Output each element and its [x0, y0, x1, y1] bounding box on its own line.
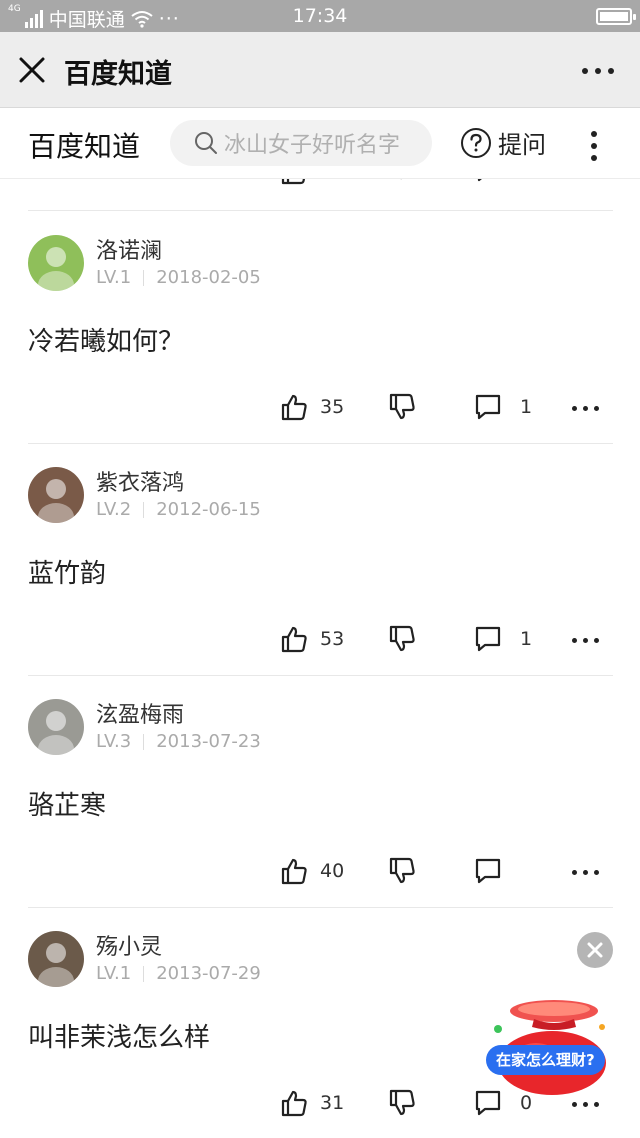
- brand-logo[interactable]: 百度知道: [28, 125, 140, 165]
- comment-count: 1: [520, 628, 533, 650]
- answer-text: 蓝竹韵: [28, 559, 107, 589]
- user-level: LV.2: [96, 499, 132, 520]
- more-options-icon[interactable]: [572, 406, 599, 411]
- more-options-icon[interactable]: [572, 870, 599, 875]
- avatar[interactable]: [28, 467, 84, 523]
- answer-date: 2013-07-29: [156, 963, 261, 984]
- ad-label: 在家怎么理财?: [486, 1045, 605, 1075]
- search-icon: [195, 132, 217, 154]
- comment-icon[interactable]: [474, 179, 502, 183]
- username[interactable]: 殇小灵: [96, 929, 162, 961]
- thumbs-down-icon: [389, 857, 415, 884]
- like-button[interactable]: 35: [280, 393, 344, 421]
- like-count: 53: [320, 628, 345, 650]
- close-icon[interactable]: [16, 54, 48, 86]
- dislike-button[interactable]: [388, 393, 416, 421]
- thumbs-down-icon: [389, 625, 415, 652]
- page-title: 百度知道: [64, 59, 172, 90]
- meta-separator: [143, 965, 145, 982]
- ask-label: 提问: [498, 131, 546, 159]
- zhidao-header: 百度知道 冰山女子好听名字 提问: [0, 109, 640, 179]
- search-input[interactable]: 冰山女子好听名字: [170, 120, 432, 166]
- answer-text: 冷若曦如何？: [28, 327, 185, 357]
- thumbs-down-icon: [389, 393, 415, 420]
- like-count: 40: [320, 860, 345, 882]
- answer-item: 紫衣落鸿 LV.2 2012-06-15 蓝竹韵 53 1: [0, 443, 640, 675]
- wechat-header: 百度知道: [0, 32, 640, 108]
- dislike-button[interactable]: [388, 857, 416, 885]
- user-meta: LV.3 2013-07-23: [96, 731, 261, 752]
- answer-list: 洛诺澜 LV.1 2018-02-05 冷若曦如何？ 35 1 紫衣落鸿 LV.2 2012-0…: [0, 179, 640, 1138]
- answer-item: 洛诺澜 LV.1 2018-02-05 冷若曦如何？ 35 1: [0, 211, 640, 443]
- finance-ad-badge[interactable]: 在家怎么理财?: [484, 997, 614, 1097]
- thumbs-down-icon[interactable]: [388, 179, 416, 181]
- answer-actions: 53 1: [0, 625, 640, 665]
- like-button[interactable]: 40: [280, 857, 344, 885]
- user-meta: LV.2 2012-06-15: [96, 499, 261, 520]
- answer-date: 2012-06-15: [156, 499, 261, 520]
- answer-date: 2013-07-23: [156, 731, 261, 752]
- answer-actions: 40: [0, 857, 640, 897]
- thumbs-up-icon: [281, 1090, 307, 1117]
- vertical-more-icon[interactable]: [591, 131, 597, 161]
- search-placeholder: 冰山女子好听名字: [224, 133, 401, 158]
- comment-icon: [475, 626, 501, 652]
- user-level: LV.1: [96, 963, 132, 984]
- meta-separator: [143, 269, 145, 286]
- answer-text: 叫非茉浅怎么样: [28, 1023, 211, 1053]
- question-icon: [461, 127, 491, 158]
- avatar[interactable]: [28, 235, 84, 291]
- user-meta: LV.1 2018-02-05: [96, 267, 261, 288]
- like-count: 35: [320, 396, 345, 418]
- clock: 17:34: [292, 5, 348, 27]
- answer-date: 2018-02-05: [156, 267, 261, 288]
- comment-button[interactable]: 1: [474, 625, 532, 653]
- ad-close-button[interactable]: [577, 932, 613, 968]
- previous-answer-actions: [0, 179, 640, 209]
- thumbs-up-icon: [281, 858, 307, 885]
- dislike-button[interactable]: [388, 625, 416, 653]
- user-meta: LV.1 2013-07-29: [96, 963, 261, 984]
- thumbs-up-icon[interactable]: [280, 179, 308, 185]
- answer-item: 泫盈梅雨 LV.3 2013-07-23 骆芷寒 40: [0, 675, 640, 907]
- comment-button[interactable]: [474, 857, 520, 885]
- username[interactable]: 洛诺澜: [96, 233, 162, 265]
- dislike-button[interactable]: [388, 1089, 416, 1117]
- ask-button[interactable]: 提问: [460, 125, 546, 160]
- answer-text: 骆芷寒: [28, 791, 107, 821]
- comment-icon: [475, 394, 501, 420]
- menu-more-icon[interactable]: [582, 68, 614, 74]
- battery-icon: [596, 8, 636, 25]
- comment-count: 1: [520, 396, 533, 418]
- comment-icon: [475, 858, 501, 884]
- thumbs-up-icon: [281, 394, 307, 421]
- status-bar: 4G 中国联通 ··· 17:34: [0, 0, 640, 32]
- thumbs-up-icon: [281, 626, 307, 653]
- answer-actions: 35 1: [0, 393, 640, 433]
- like-button[interactable]: 53: [280, 625, 344, 653]
- meta-separator: [143, 501, 145, 518]
- user-level: LV.3: [96, 731, 132, 752]
- username[interactable]: 紫衣落鸿: [96, 465, 184, 497]
- avatar[interactable]: [28, 699, 84, 755]
- thumbs-down-icon: [389, 1089, 415, 1116]
- close-icon: [587, 942, 603, 958]
- username[interactable]: 泫盈梅雨: [96, 697, 184, 729]
- comment-button[interactable]: 1: [474, 393, 532, 421]
- user-level: LV.1: [96, 267, 132, 288]
- more-options-icon[interactable]: [572, 1102, 599, 1107]
- like-count: 31: [320, 1092, 345, 1114]
- more-options-icon[interactable]: [572, 638, 599, 643]
- meta-separator: [143, 733, 145, 750]
- like-button[interactable]: 31: [280, 1089, 344, 1117]
- avatar[interactable]: [28, 931, 84, 987]
